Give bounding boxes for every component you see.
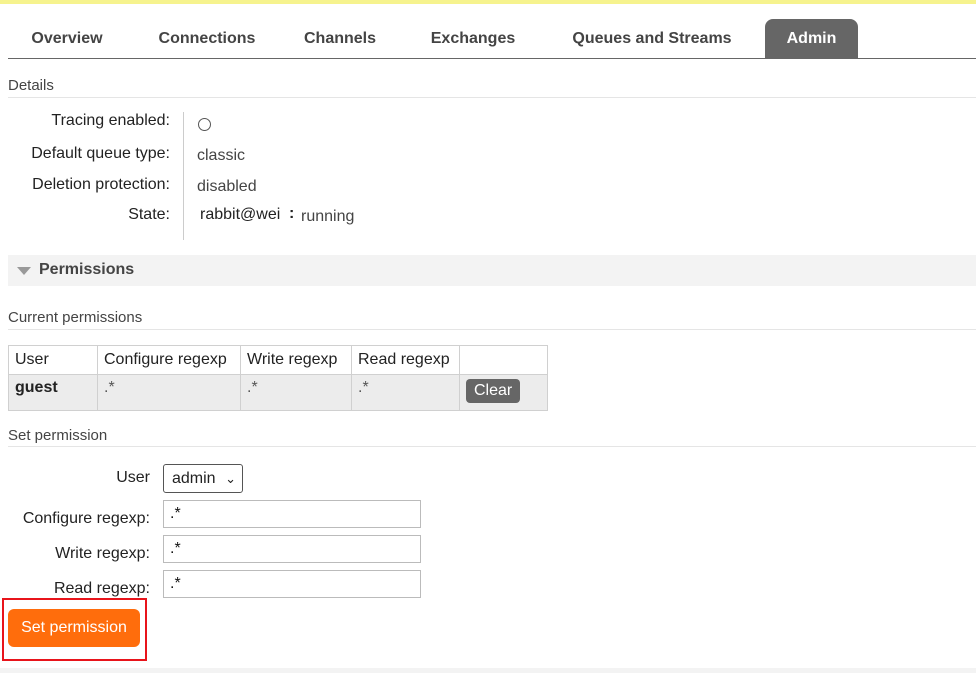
cell-action: Clear bbox=[459, 374, 548, 411]
state-node: rabbit@wei bbox=[200, 206, 281, 223]
tab-exchanges[interactable]: Exchanges bbox=[413, 19, 533, 59]
collapse-triangle-icon bbox=[17, 267, 31, 275]
current-permissions-heading: Current permissions bbox=[8, 309, 143, 326]
tracing-radio[interactable] bbox=[198, 118, 211, 131]
cell-configure: .* bbox=[97, 374, 241, 411]
column-header-action bbox=[459, 345, 548, 375]
table-header-row: User Configure regexp Write regexp Read … bbox=[8, 345, 548, 375]
user-label: User bbox=[116, 469, 150, 486]
cell-read: .* bbox=[351, 374, 460, 411]
tab-overview[interactable]: Overview bbox=[8, 19, 126, 59]
column-header-write: Write regexp bbox=[240, 345, 352, 375]
write-regexp-input[interactable]: .* bbox=[163, 535, 421, 563]
current-permissions-divider bbox=[8, 329, 976, 330]
deletion-protection-value: disabled bbox=[197, 178, 257, 195]
deletion-protection-label: Deletion protection: bbox=[32, 176, 170, 193]
default-queue-label: Default queue type: bbox=[31, 145, 170, 162]
read-regexp-label: Read regexp: bbox=[53, 580, 150, 597]
table-row: guest .* .* .* Clear bbox=[8, 374, 548, 411]
user-select[interactable]: admin ⌄ bbox=[163, 464, 243, 493]
state-value: running bbox=[301, 208, 355, 225]
state-separator: : bbox=[289, 205, 295, 222]
default-queue-value: classic bbox=[197, 147, 246, 164]
cell-write: .* bbox=[240, 374, 352, 411]
set-permission-divider bbox=[8, 446, 976, 447]
column-header-configure: Configure regexp bbox=[97, 345, 241, 375]
tracing-label: Tracing enabled: bbox=[51, 112, 170, 129]
details-vertical-divider bbox=[183, 112, 184, 240]
details-heading: Details bbox=[8, 77, 54, 94]
chevron-down-icon: ⌄ bbox=[225, 471, 236, 486]
tab-queues-and-streams[interactable]: Queues and Streams bbox=[552, 19, 752, 59]
details-divider bbox=[8, 97, 976, 98]
tab-channels[interactable]: Channels bbox=[290, 19, 390, 59]
highlight-box bbox=[2, 598, 147, 661]
configure-regexp-input[interactable]: .* bbox=[163, 500, 421, 528]
state-label: State: bbox=[128, 206, 170, 223]
permissions-table: User Configure regexp Write regexp Read … bbox=[8, 345, 548, 411]
bottom-divider bbox=[0, 668, 976, 673]
write-regexp-label: Write regexp: bbox=[55, 545, 150, 562]
main-nav-tabs: Overview Connections Channels Exchanges … bbox=[8, 18, 976, 59]
top-banner bbox=[0, 0, 976, 4]
tab-connections[interactable]: Connections bbox=[141, 19, 273, 59]
column-header-read: Read regexp bbox=[351, 345, 460, 375]
configure-regexp-label: Configure regexp: bbox=[22, 510, 150, 527]
clear-button[interactable]: Clear bbox=[466, 379, 521, 403]
column-header-user: User bbox=[8, 345, 98, 375]
read-regexp-input[interactable]: .* bbox=[163, 570, 421, 598]
cell-user: guest bbox=[8, 374, 98, 411]
user-select-value: admin bbox=[172, 470, 216, 487]
permissions-title: Permissions bbox=[39, 261, 135, 278]
tab-admin[interactable]: Admin bbox=[765, 19, 858, 59]
permissions-section-header[interactable]: Permissions bbox=[8, 255, 976, 286]
set-permission-heading: Set permission bbox=[8, 427, 108, 444]
